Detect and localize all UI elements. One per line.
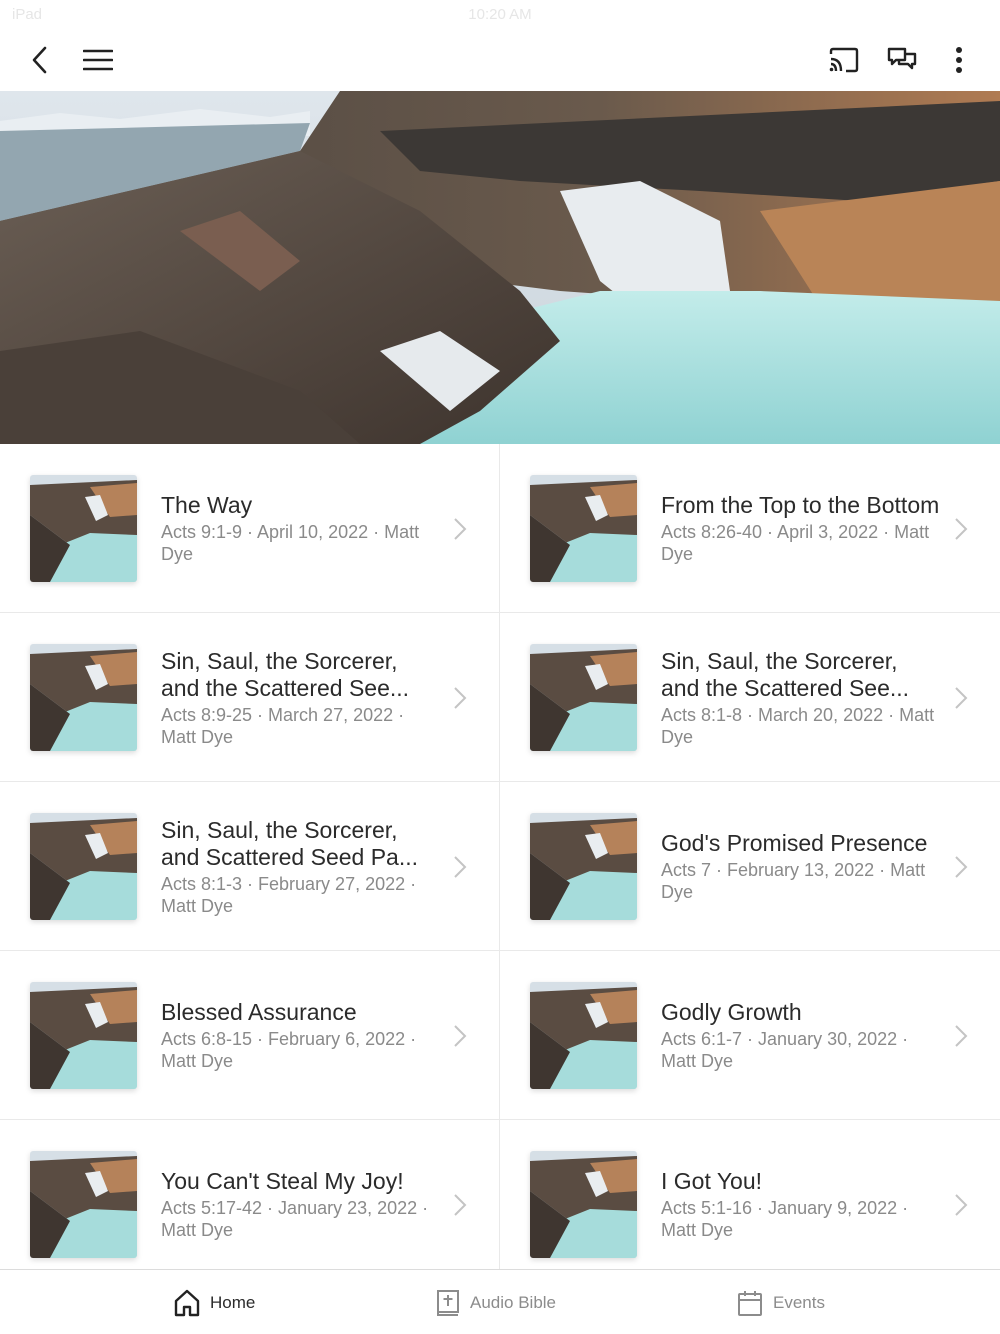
chevron-right-icon bbox=[454, 1025, 467, 1047]
sermon-title: God's Promised Presence bbox=[661, 830, 928, 856]
sermon-grid: The Way Acts 9:1-9 · April 10, 2022 · Ma… bbox=[0, 444, 1000, 1269]
sermon-title: From the Top to the Bottom bbox=[661, 492, 940, 518]
calendar-icon bbox=[738, 1290, 762, 1316]
sermon-meta: Acts 6:8-15 · February 6, 2022 · Matt Dy… bbox=[161, 1029, 417, 1071]
sermon-thumbnail bbox=[30, 813, 137, 920]
sermon-row: Blessed Assurance Acts 6:8-15 · February… bbox=[0, 951, 1000, 1120]
sermon-row: The Way Acts 9:1-9 · April 10, 2022 · Ma… bbox=[0, 444, 1000, 613]
sermon-thumbnail bbox=[30, 1151, 137, 1258]
menu-icon bbox=[83, 49, 113, 71]
sermon-title: Blessed Assurance bbox=[161, 999, 357, 1025]
sermon-thumbnail bbox=[30, 982, 137, 1089]
sermon-row: Sin, Saul, the Sorcerer, and the Scatter… bbox=[0, 613, 1000, 782]
sermon-item[interactable]: Sin, Saul, the Sorcerer, and Scattered S… bbox=[0, 782, 500, 951]
sermon-row: You Can't Steal My Joy! Acts 5:17-42 · J… bbox=[0, 1120, 1000, 1269]
sermon-item[interactable]: I Got You! Acts 5:1-16 · January 9, 2022… bbox=[500, 1120, 1000, 1269]
chevron-right-icon bbox=[454, 518, 467, 540]
bottom-nav: Home Audio Bible Events bbox=[0, 1269, 1000, 1334]
cast-icon bbox=[829, 47, 859, 73]
sermon-item[interactable]: You Can't Steal My Joy! Acts 5:17-42 · J… bbox=[0, 1120, 500, 1269]
sermon-title: I Got You! bbox=[661, 1168, 763, 1194]
sermon-item[interactable]: Sin, Saul, the Sorcerer, and the Scatter… bbox=[0, 613, 500, 782]
sermon-meta: Acts 8:9-25 · March 27, 2022 · Matt Dye bbox=[161, 704, 405, 747]
chat-button[interactable] bbox=[880, 38, 924, 82]
chevron-right-icon bbox=[955, 518, 968, 540]
back-icon bbox=[32, 46, 47, 74]
sermon-item[interactable]: God's Promised Presence Acts 7 · Februar… bbox=[500, 782, 1000, 951]
hero-image bbox=[0, 91, 1000, 444]
chevron-right-icon bbox=[955, 687, 968, 709]
sermon-meta: Acts 8:1-3 · February 27, 2022 · Matt Dy… bbox=[161, 873, 417, 916]
chevron-right-icon bbox=[955, 1025, 968, 1047]
status-bar: iPad 10:20 AM bbox=[0, 0, 1000, 28]
tab-audio-bible-label: Audio Bible bbox=[470, 1292, 557, 1312]
sermon-meta: Acts 5:17-42 · January 23, 2022 · Matt D… bbox=[161, 1198, 429, 1240]
sermon-title: Sin, Saul, the Sorcerer, and Scattered S… bbox=[161, 816, 419, 870]
sermon-meta: Acts 7 · February 13, 2022 · Matt Dye bbox=[661, 860, 926, 902]
back-button[interactable] bbox=[18, 38, 62, 82]
sermon-item[interactable]: The Way Acts 9:1-9 · April 10, 2022 · Ma… bbox=[0, 444, 500, 613]
more-button[interactable] bbox=[937, 38, 981, 82]
sermon-meta: Acts 5:1-16 · January 9, 2022 · Matt Dye bbox=[661, 1198, 909, 1240]
tab-events-label: Events bbox=[773, 1292, 825, 1312]
sermon-thumbnail bbox=[530, 813, 637, 920]
sermon-meta: Acts 8:1-8 · March 20, 2022 · Matt Dye bbox=[661, 704, 935, 747]
sermon-thumbnail bbox=[530, 982, 637, 1089]
chevron-right-icon bbox=[454, 1194, 467, 1216]
tab-events[interactable]: Events bbox=[737, 1270, 825, 1334]
sermon-title: Sin, Saul, the Sorcerer, and the Scatter… bbox=[161, 647, 410, 701]
sermon-thumbnail bbox=[530, 1151, 637, 1258]
sermon-thumbnail bbox=[530, 475, 637, 582]
status-time: 10:20 AM bbox=[468, 6, 532, 23]
more-icon bbox=[956, 47, 962, 73]
menu-button[interactable] bbox=[76, 38, 120, 82]
sermon-thumbnail bbox=[30, 644, 137, 751]
tab-home-label: Home bbox=[210, 1292, 256, 1312]
sermon-title: Godly Growth bbox=[661, 999, 802, 1025]
sermon-meta: Acts 9:1-9 · April 10, 2022 · Matt Dye bbox=[161, 522, 420, 564]
sermon-meta: Acts 6:1-7 · January 30, 2022 · Matt Dye bbox=[661, 1029, 909, 1071]
sermon-title: Sin, Saul, the Sorcerer, and the Scatter… bbox=[661, 647, 910, 701]
sermon-item[interactable]: Sin, Saul, the Sorcerer, and the Scatter… bbox=[500, 613, 1000, 782]
sermon-title: The Way bbox=[161, 492, 253, 518]
chevron-right-icon bbox=[454, 687, 467, 709]
chevron-right-icon bbox=[454, 856, 467, 878]
sermon-row: Sin, Saul, the Sorcerer, and Scattered S… bbox=[0, 782, 1000, 951]
sermon-title: You Can't Steal My Joy! bbox=[161, 1168, 404, 1194]
sermon-item[interactable]: Blessed Assurance Acts 6:8-15 · February… bbox=[0, 951, 500, 1120]
sermon-thumbnail bbox=[530, 644, 637, 751]
sermon-item[interactable]: Godly Growth Acts 6:1-7 · January 30, 20… bbox=[500, 951, 1000, 1120]
sermon-thumbnail bbox=[30, 475, 137, 582]
chat-icon bbox=[887, 47, 917, 70]
tab-audio-bible[interactable]: Audio Bible bbox=[436, 1270, 556, 1334]
bible-icon bbox=[437, 1289, 459, 1316]
chevron-right-icon bbox=[955, 1194, 968, 1216]
chevron-right-icon bbox=[955, 856, 968, 878]
sermon-item[interactable]: From the Top to the Bottom Acts 8:26-40 … bbox=[500, 444, 1000, 613]
cast-button[interactable] bbox=[822, 38, 866, 82]
top-bar bbox=[0, 28, 1000, 91]
tab-home[interactable]: Home bbox=[174, 1270, 255, 1334]
home-icon bbox=[174, 1289, 200, 1316]
sermon-meta: Acts 8:26-40 · April 3, 2022 · Matt Dye bbox=[661, 522, 930, 564]
